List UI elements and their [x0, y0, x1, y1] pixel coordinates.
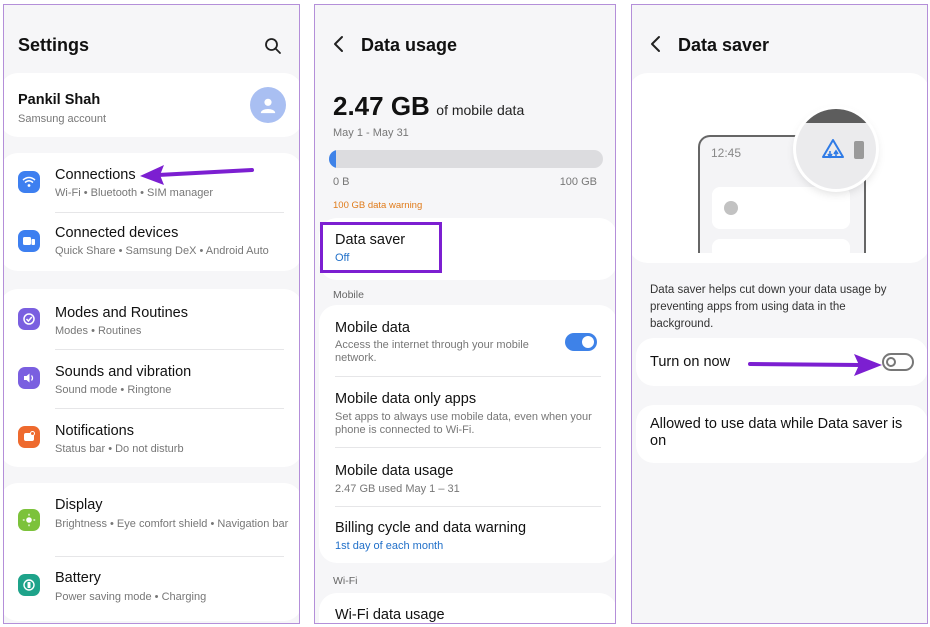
settings-item-battery[interactable]: Battery Power saving mode • Charging [4, 557, 299, 615]
row-title: Mobile data only apps [335, 391, 477, 407]
illustration-card: 12:45 [632, 73, 927, 263]
settings-item-sub: Power saving mode • Charging [55, 591, 207, 603]
magnifier-illustration [796, 109, 876, 189]
account-card[interactable]: Pankil Shah Samsung account [4, 73, 299, 137]
row-title: Wi-Fi data usage [335, 607, 445, 623]
usage-bar-max: 100 GB [559, 176, 597, 188]
data-saver-description: Data saver helps cut down your data usag… [650, 284, 887, 330]
data-saver-screen: Data saver 12:45 Data saver helps cut do… [631, 4, 928, 624]
settings-item-sounds-and-vibration[interactable]: Sounds and vibration Sound mode • Ringto… [4, 350, 299, 408]
settings-item-sub: Sound mode • Ringtone [55, 384, 172, 396]
wifi-card: Wi-Fi data usage [319, 593, 615, 623]
account-name: Pankil Shah [18, 92, 101, 108]
row-title: Mobile data usage [335, 463, 454, 479]
row-sub: Set apps to always use mobile data, even… [335, 411, 592, 436]
row-sub: 2.47 GB used May 1 – 31 [335, 483, 460, 495]
row-title: Billing cycle and data warning [335, 520, 527, 536]
mobile-data-only-apps-row[interactable]: Mobile data only apps Set apps to always… [319, 377, 615, 447]
check-circle-icon [18, 308, 40, 330]
settings-item-notifications[interactable]: Notifications Status bar • Do not distur… [4, 409, 299, 467]
row-sub: Access the internet through your mobile … [335, 339, 529, 364]
settings-item-display[interactable]: Display Brightness • Eye comfort shield … [4, 483, 299, 555]
highlight-box [320, 222, 442, 273]
illustration-time: 12:45 [711, 146, 742, 160]
settings-screen: Settings Pankil Shah Samsung account Con… [3, 4, 300, 624]
settings-item-sub: Status bar • Do not disturb [55, 443, 184, 455]
settings-item-sub: Brightness • Eye comfort shield • Naviga… [55, 518, 289, 530]
data-usage-screen: Data usage 2.47 GB of mobile data May 1 … [314, 4, 616, 624]
account-sub: Samsung account [18, 113, 107, 125]
section-label-mobile: Mobile [333, 289, 364, 301]
search-icon[interactable] [264, 37, 282, 55]
display-card: Display Brightness • Eye comfort shield … [4, 483, 299, 621]
wifi-data-usage-row[interactable]: Wi-Fi data usage [319, 593, 615, 623]
annotation-arrow [140, 165, 254, 185]
billing-cycle-row[interactable]: Billing cycle and data warning 1st day o… [319, 507, 615, 563]
settings-item-title: Sounds and vibration [55, 364, 192, 380]
usage-bar-fill [329, 150, 336, 168]
allowed-apps-label: Allowed to use data while Data saver is … [650, 416, 903, 449]
mobile-data-row[interactable]: Mobile data Access the internet through … [319, 305, 615, 375]
usage-amount: 2.47 GB of mobile data [333, 91, 524, 122]
row-title: Mobile data [335, 320, 410, 336]
usage-bar [329, 150, 603, 168]
turn-on-label: Turn on now [650, 354, 731, 370]
section-label-wifi: Wi-Fi [333, 575, 358, 587]
settings-item-title: Modes and Routines [55, 305, 188, 321]
person-icon[interactable] [250, 87, 286, 123]
page-title: Settings [18, 35, 90, 55]
settings-item-title: Notifications [55, 423, 134, 439]
allowed-apps-card[interactable]: Allowed to use data while Data saver is … [636, 405, 927, 463]
settings-item-sub: Modes • Routines [55, 325, 142, 337]
mobile-card: Mobile data Access the internet through … [319, 305, 615, 563]
bell-icon [18, 426, 40, 448]
chevron-left-icon[interactable] [650, 35, 662, 57]
usage-amount-suffix: of mobile data [436, 102, 525, 118]
usage-bar-min: 0 B [333, 176, 350, 188]
annotation-arrow [748, 354, 882, 376]
chevron-left-icon[interactable] [333, 35, 345, 57]
row-sub: 1st day of each month [335, 540, 444, 552]
settings-item-title: Connections [55, 167, 136, 183]
data-saver-toggle[interactable] [882, 353, 914, 371]
usage-amount-value: 2.47 GB [333, 91, 430, 121]
page-title: Data saver [678, 35, 770, 55]
settings-item-modes-and-routines[interactable]: Modes and Routines Modes • Routines [4, 289, 299, 347]
devices-icon [18, 230, 40, 252]
modes-card: Modes and Routines Modes • Routines Soun… [4, 289, 299, 467]
settings-item-title: Connected devices [55, 225, 179, 241]
sun-icon [18, 509, 40, 531]
data-warning-label: 100 GB data warning [333, 200, 423, 211]
settings-item-connected-devices[interactable]: Connected devices Quick Share • Samsung … [4, 213, 299, 271]
wifi-icon [18, 171, 40, 193]
page-title: Data usage [361, 35, 458, 55]
settings-item-title: Display [55, 497, 103, 513]
mobile-data-usage-row[interactable]: Mobile data usage 2.47 GB used May 1 – 3… [319, 448, 615, 506]
data-saver-icon [820, 137, 846, 163]
battery-icon [18, 574, 40, 596]
settings-item-sub: Quick Share • Samsung DeX • Android Auto [55, 245, 269, 257]
speaker-icon [18, 367, 40, 389]
settings-item-title: Battery [55, 570, 101, 586]
illustration-card-shape [712, 187, 850, 229]
usage-period: May 1 - May 31 [333, 127, 409, 139]
mobile-data-toggle[interactable] [565, 333, 597, 351]
